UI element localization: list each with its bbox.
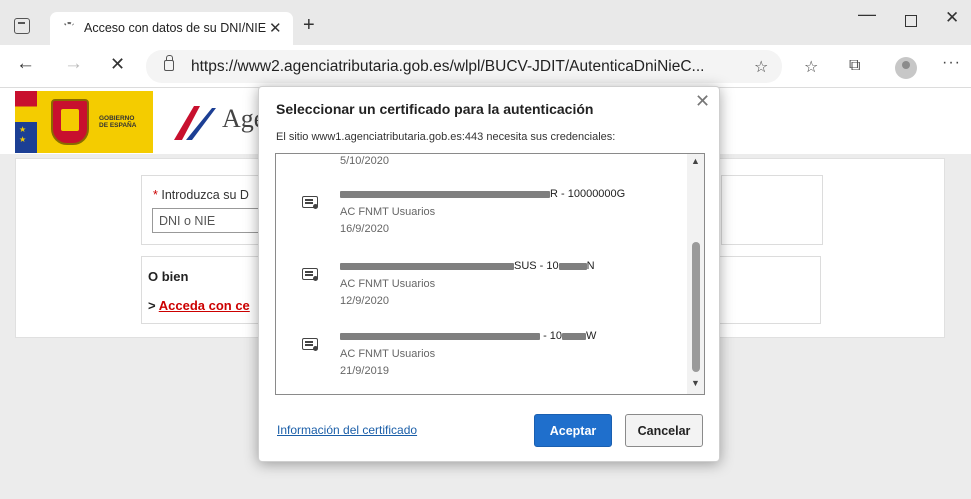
accept-button[interactable]: Aceptar [534,414,612,447]
dni-label: * Introduzca su D [153,188,249,202]
tab-strip: Acceso con datos de su DNI/NIE ✕ + — ✕ [0,0,971,45]
dni-input[interactable] [152,208,260,233]
cert-name: SUS - 10 N [340,260,595,272]
eu-flag-icon: ★ ★ [15,91,37,153]
certificate-list[interactable]: 5/10/2020 R - 10000000G AC FNMT Usuarios… [275,153,705,395]
dialog-close-icon[interactable]: ✕ [695,91,710,112]
cancel-button[interactable]: Cancelar [625,414,703,447]
collections-icon[interactable]: ⧉ [849,57,860,75]
cert-name: R - 10000000G [340,188,625,200]
cert-issuer: AC FNMT Usuarios [340,206,436,218]
cert-date-partial: 5/10/2020 [340,155,389,167]
tab-actions-icon[interactable] [14,18,30,34]
dialog-title: Seleccionar un certificado para la auten… [276,101,594,117]
lock-icon[interactable] [164,55,174,71]
certificate-item[interactable]: SUS - 10 N AC FNMT Usuarios 12/9/2020 [276,258,686,320]
certificate-item[interactable]: R - 10000000G AC FNMT Usuarios 16/9/2020 [276,186,686,248]
window-close-button[interactable]: ✕ [945,8,959,28]
form-panel-right [721,175,823,245]
dialog-subtitle: El sitio www1.agenciatributaria.gob.es:4… [276,131,616,143]
certificate-item[interactable]: - 10 W AC FNMT Usuarios 21/9/2019 [276,328,686,390]
alt-title: O bien [148,269,189,284]
tab-active[interactable]: Acceso con datos de su DNI/NIE ✕ [50,12,293,45]
profile-avatar[interactable] [895,57,917,79]
address-bar[interactable]: https://www2.agenciatributaria.gob.es/wl… [146,50,782,83]
new-tab-button[interactable]: + [303,15,315,35]
forward-button[interactable]: → [64,54,83,73]
cert-date: 12/9/2020 [340,295,389,307]
stop-loading-button[interactable]: ✕ [110,55,125,73]
certificate-dialog: Seleccionar un certificado para la auten… [258,86,720,462]
loading-spinner-icon [62,22,76,36]
scroll-down-icon[interactable]: ▼ [691,378,700,388]
certificate-info-link[interactable]: Información del certificado [277,423,417,437]
certificate-icon [302,196,318,209]
cert-issuer: AC FNMT Usuarios [340,348,436,360]
gobierno-de-espana-logo: ★ ★ GOBIERNO DE ESPAÑA [15,91,153,153]
scroll-thumb[interactable] [692,242,700,372]
tab-title: Acceso con datos de su DNI/NIE [84,21,267,35]
cert-name: - 10 W [340,330,596,342]
browser-toolbar: ← → ✕ https://www2.agenciatributaria.gob… [0,45,971,88]
add-favorite-icon[interactable]: ☆ [754,57,768,77]
certificate-access-link[interactable]: > Acceda con ce [148,298,250,313]
certificate-icon [302,268,318,281]
scroll-up-icon[interactable]: ▲ [691,156,700,166]
more-menu-icon[interactable]: ··· [942,54,961,72]
list-scrollbar[interactable]: ▲ ▼ [687,154,704,394]
favorites-icon[interactable]: ☆ [804,57,818,77]
tab-close-icon[interactable]: ✕ [269,19,282,37]
coat-of-arms-icon [51,99,89,145]
cert-date: 21/9/2019 [340,365,389,377]
minimize-button[interactable]: — [858,4,876,25]
back-button[interactable]: ← [16,54,35,73]
url-text[interactable]: https://www2.agenciatributaria.gob.es/wl… [191,58,704,76]
gov-text: GOBIERNO DE ESPAÑA [99,115,137,129]
cert-date: 16/9/2020 [340,223,389,235]
certificate-icon [302,338,318,351]
agencia-tributaria-logo-icon [174,106,216,140]
maximize-button[interactable] [905,15,917,27]
cert-issuer: AC FNMT Usuarios [340,278,436,290]
